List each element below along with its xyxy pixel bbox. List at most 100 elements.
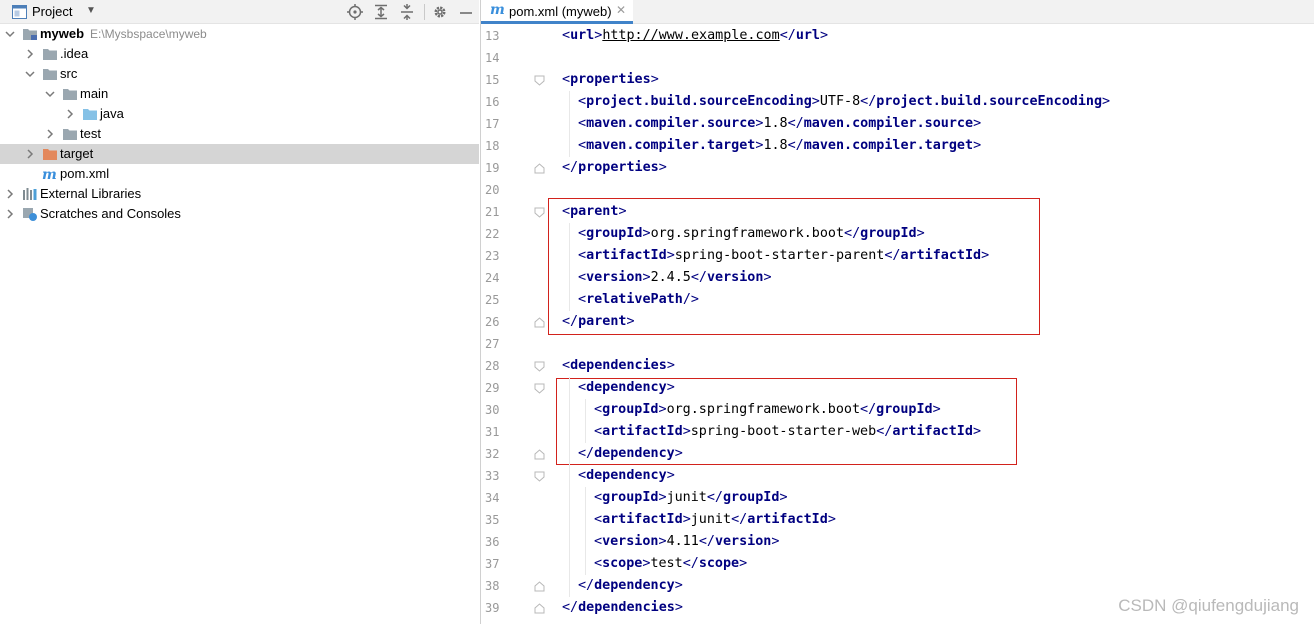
fold-marker-icon[interactable]	[534, 163, 545, 174]
xml-bracket: <	[578, 116, 587, 131]
fold-marker-icon[interactable]	[534, 383, 545, 394]
close-icon[interactable]: ✕	[616, 3, 626, 17]
line-number: 32	[485, 447, 500, 461]
xml-tag-name: groupId	[602, 490, 659, 505]
tree-item-scratches-and-consoles[interactable]: Scratches and Consoles	[0, 204, 479, 224]
folder-icon	[62, 87, 78, 101]
xml-bracket: >	[771, 534, 780, 549]
indent-guide	[569, 377, 570, 597]
tree-item-label: target	[60, 146, 94, 161]
xml-tag-name: maven.compiler.target	[803, 138, 974, 153]
tree-item-idea[interactable]: .idea	[0, 44, 479, 64]
svg-text:m: m	[42, 167, 57, 181]
xml-bracket: >	[674, 578, 683, 593]
view-selector-chevron-down-icon[interactable]: ▼	[86, 5, 96, 16]
code-line[interactable]: <dependencies>	[562, 355, 675, 377]
code-line[interactable]: </dependencies>	[562, 597, 683, 619]
tree-item-label: main	[80, 86, 109, 101]
maven-file-icon: m	[490, 2, 505, 18]
code-line[interactable]: <version>4.11</version>	[594, 531, 779, 553]
xml-bracket: </	[787, 116, 804, 131]
chevron-right-icon[interactable]	[4, 204, 16, 224]
xml-bracket: </	[578, 578, 595, 593]
fold-marker-icon[interactable]	[534, 603, 545, 614]
fold-marker-icon[interactable]	[534, 471, 545, 482]
code-line[interactable]: <url>http://www.example.com</url>	[562, 25, 828, 47]
tree-item-java[interactable]: java	[0, 104, 479, 124]
code-line[interactable]: <properties>	[562, 69, 659, 91]
tree-item-pom-xml[interactable]: m pom.xml	[0, 164, 479, 184]
code-editor: m pom.xml (myweb) ✕ 13 14 15 16 17 18 19 20 21 22…	[480, 0, 1314, 624]
project-panel-title[interactable]: Project	[32, 4, 72, 19]
project-panel-header: Project ▼	[0, 0, 479, 24]
chevron-down-icon[interactable]	[4, 24, 16, 44]
chevron-right-icon[interactable]	[24, 144, 36, 164]
xml-text: UTF-8	[819, 94, 861, 109]
xml-text: 1.8	[763, 138, 788, 153]
gear-icon[interactable]	[431, 3, 449, 21]
xml-text: junit	[666, 490, 707, 505]
code-line[interactable]: <dependency>	[578, 465, 675, 487]
xml-bracket: <	[594, 490, 603, 505]
code-line[interactable]: <maven.compiler.target>1.8</maven.compil…	[578, 135, 981, 157]
line-number: 38	[485, 579, 500, 593]
fold-marker-icon[interactable]	[534, 449, 545, 460]
fold-marker-icon[interactable]	[534, 317, 545, 328]
xml-bracket: </	[562, 600, 579, 615]
project-tool-window: Project ▼ myweb E:\Mysbspace\myweb .idea…	[0, 0, 479, 624]
code-line[interactable]: </properties>	[562, 157, 667, 179]
code-line[interactable]: </dependency>	[578, 575, 683, 597]
xml-tag-name: maven.compiler.source	[803, 116, 974, 131]
line-number: 27	[485, 337, 500, 351]
xml-bracket: >	[674, 600, 683, 615]
hide-panel-icon[interactable]	[457, 3, 475, 21]
tree-item-main[interactable]: main	[0, 84, 479, 104]
xml-tag-name: dependencies	[578, 600, 675, 615]
xml-bracket: >	[827, 512, 836, 527]
code-line[interactable]: <scope>test</scope>	[594, 553, 747, 575]
xml-bracket: </	[860, 94, 877, 109]
chevron-right-icon[interactable]	[24, 44, 36, 64]
code-line[interactable]: <artifactId>junit</artifactId>	[594, 509, 836, 531]
chevron-down-icon[interactable]	[24, 64, 36, 84]
dependency-highlight-box	[556, 378, 1017, 465]
tree-item-external-libraries[interactable]: External Libraries	[0, 184, 479, 204]
code-line[interactable]: <groupId>junit</groupId>	[594, 487, 788, 509]
xml-bracket: <	[594, 556, 603, 571]
fold-marker-icon[interactable]	[534, 75, 545, 86]
fold-marker-icon[interactable]	[534, 581, 545, 592]
expand-all-icon[interactable]	[372, 3, 390, 21]
tree-item-target[interactable]: target	[0, 144, 479, 164]
tab-label: pom.xml (myweb)	[509, 4, 612, 19]
module-path: E:\Mysbspace\myweb	[90, 27, 207, 41]
tree-item-test[interactable]: test	[0, 124, 479, 144]
tree-item-myweb[interactable]: myweb E:\Mysbspace\myweb	[0, 24, 479, 44]
tree-item-label: Scratches and Consoles	[40, 206, 181, 221]
folder-icon	[42, 47, 58, 61]
tab-pom-xml[interactable]: m pom.xml (myweb) ✕	[481, 0, 633, 24]
xml-tag-name: dependency	[594, 578, 675, 593]
code-line[interactable]: <maven.compiler.source>1.8</maven.compil…	[578, 113, 981, 135]
fold-marker-icon[interactable]	[534, 207, 545, 218]
line-number: 22	[485, 227, 500, 241]
chevron-right-icon[interactable]	[64, 104, 76, 124]
line-number: 15	[485, 73, 500, 87]
watermark: CSDN @qiufengdujiang	[1118, 596, 1299, 615]
chevron-down-icon[interactable]	[44, 84, 56, 104]
indent-guide	[585, 399, 586, 443]
chevron-right-icon[interactable]	[44, 124, 56, 144]
collapse-all-icon[interactable]	[398, 3, 416, 21]
xml-bracket: <	[562, 358, 571, 373]
chevron-right-icon[interactable]	[4, 184, 16, 204]
xml-tag-name: groupId	[723, 490, 780, 505]
code-line[interactable]: <project.build.sourceEncoding>UTF-8</pro…	[578, 91, 1110, 113]
tree-item-src[interactable]: src	[0, 64, 479, 84]
url-link[interactable]: http://www.example.com	[602, 28, 779, 43]
fold-marker-icon[interactable]	[534, 361, 545, 372]
editor-gutter: 13 14 15 16 17 18 19 20 21 22 23 24 25 26 27 28 29 30 31 32…	[481, 25, 547, 624]
xml-tag-name: url	[795, 28, 820, 43]
tree-item-label: myweb	[40, 26, 85, 41]
xml-tag-name: version	[714, 534, 772, 549]
libraries-icon	[22, 187, 38, 201]
locate-file-icon[interactable]	[346, 3, 364, 21]
